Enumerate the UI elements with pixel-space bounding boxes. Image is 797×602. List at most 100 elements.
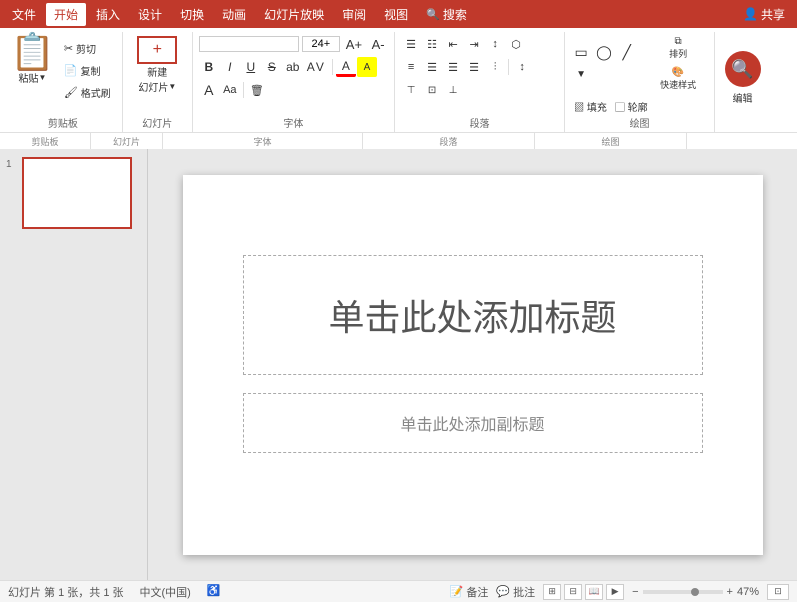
styles-icon: 🎨 (672, 67, 684, 78)
menu-share[interactable]: 👤 共享 (735, 3, 793, 26)
search-icon: 🔍 (426, 8, 440, 21)
menu-search[interactable]: 🔍 搜索 (418, 3, 475, 26)
search-icon-circle: 🔍 (731, 59, 753, 80)
zoom-bar[interactable] (643, 590, 723, 594)
italic-button[interactable]: I (220, 57, 240, 77)
menu-file[interactable]: 文件 (4, 3, 44, 26)
title-placeholder-text: 单击此处添加标题 (328, 289, 616, 341)
fit-window-btn[interactable]: ⊡ (767, 584, 789, 600)
increase-indent-button[interactable]: ⇥ (464, 34, 484, 54)
menu-transitions[interactable]: 切换 (172, 3, 212, 26)
line-spacing-button[interactable]: ↕ (512, 57, 532, 77)
slide-number-1: 1 (6, 157, 18, 170)
arrange-button[interactable]: ⧉ 排列 (654, 34, 702, 62)
menu-design[interactable]: 设计 (130, 3, 170, 26)
align-right-button[interactable]: ☰ (443, 57, 463, 77)
zoom-in-btn[interactable]: + (727, 586, 733, 598)
search-button[interactable]: 🔍 (725, 51, 761, 87)
format-painter-button[interactable]: 🖌 格式刷 (61, 82, 114, 102)
font-color-2[interactable]: Aa (220, 80, 240, 100)
bold-button[interactable]: B (199, 57, 219, 77)
slide-thumbnail-1[interactable] (22, 157, 132, 229)
notes-label: 备注 (466, 584, 488, 600)
slides-label: 幻灯片 (123, 115, 192, 130)
font-size-up2[interactable]: A (199, 80, 219, 100)
menu-slideshow[interactable]: 幻灯片放映 (256, 3, 332, 26)
text-shadow-button[interactable]: ab (283, 57, 303, 77)
convert-smartart-button[interactable]: ⬡ (506, 34, 526, 54)
subtitle-placeholder[interactable]: 单击此处添加副标题 (243, 393, 703, 453)
separator (332, 59, 333, 75)
paste-icon: 📋 (10, 34, 55, 70)
zoom-handle (691, 588, 699, 596)
reading-view-btn[interactable]: 📖 (585, 584, 603, 600)
zoom-percent: 47% (737, 586, 759, 598)
clear-format-button[interactable]: 🗑 (247, 80, 267, 100)
char-spacing-button[interactable]: AV (304, 57, 329, 77)
menu-home[interactable]: 开始 (46, 3, 86, 26)
shape-fill-button[interactable]: ▨ 填充 (571, 96, 610, 116)
paragraph-section-label: 段落 (363, 133, 535, 149)
cut-button[interactable]: ✂ 剪切 (61, 38, 114, 58)
slide-canvas-area: 单击此处添加标题 单击此处添加副标题 (148, 149, 797, 580)
status-right: 📝 备注 💬 批注 ⊞ ⊟ 📖 ▶ − + 47% ⊡ (450, 584, 789, 600)
increase-font-button[interactable]: A+ (343, 34, 365, 54)
align-center-button[interactable]: ☰ (422, 57, 442, 77)
align-middle-button[interactable]: ⊡ (422, 80, 442, 100)
new-slide-button[interactable]: + 新建 幻灯片 ▼ (129, 36, 186, 94)
zoom-out-btn[interactable]: − (632, 586, 638, 598)
accessibility-icon: ♿ (207, 584, 221, 600)
align-top-button[interactable]: ⊤ (401, 80, 421, 100)
person-icon: 👤 (743, 7, 758, 21)
font-label: 字体 (193, 115, 394, 130)
drawing-label: 绘图 (565, 115, 714, 130)
menu-review[interactable]: 审阅 (334, 3, 374, 26)
align-bottom-button[interactable]: ⊥ (443, 80, 463, 100)
decrease-font-button[interactable]: A- (368, 34, 388, 54)
text-highlight-button[interactable]: A (357, 57, 377, 77)
menu-insert[interactable]: 插入 (88, 3, 128, 26)
menu-bar: 文件 开始 插入 设计 切换 动画 幻灯片放映 审阅 视图 🔍 搜索 👤 共享 (0, 0, 797, 28)
shape-rect-btn[interactable]: ▭ (571, 43, 591, 63)
text-direction-button[interactable]: ↕ (485, 34, 505, 54)
font-name-input[interactable] (199, 36, 299, 52)
shape-more-btn[interactable]: ▼ (571, 65, 591, 85)
numbering-button[interactable]: ☷ (422, 34, 442, 54)
menu-view[interactable]: 视图 (376, 3, 416, 26)
notes-button-area[interactable]: 📝 备注 (450, 584, 489, 600)
editing-section: 🔍 编辑 (715, 32, 770, 132)
drawing-section-label: 绘图 (535, 133, 687, 149)
decrease-indent-button[interactable]: ⇤ (443, 34, 463, 54)
presentation-btn[interactable]: ▶ (606, 584, 624, 600)
copy-icon: 📄 (64, 64, 78, 77)
copy-button[interactable]: 📄 复制 (61, 60, 114, 80)
strikethrough-button[interactable]: S (262, 57, 282, 77)
align-left-button[interactable]: ≡ (401, 57, 421, 77)
zoom-slider: − + 47% (632, 586, 759, 598)
slide-sorter-btn[interactable]: ⊟ (564, 584, 582, 600)
normal-view-btn[interactable]: ⊞ (543, 584, 561, 600)
title-placeholder[interactable]: 单击此处添加标题 (243, 255, 703, 375)
shape-oval-btn[interactable]: ◯ (593, 43, 615, 63)
slide-canvas[interactable]: 单击此处添加标题 单击此处添加副标题 (183, 175, 763, 555)
quick-styles-button[interactable]: 🎨 快速样式 (654, 65, 702, 93)
clipboard-section-label: 剪贴板 (0, 133, 91, 149)
justify-button[interactable]: ☰ (464, 57, 484, 77)
comments-button-area[interactable]: 💬 批注 (496, 584, 535, 600)
language-info: 中文(中国) (140, 584, 191, 600)
bullets-button[interactable]: ☰ (401, 34, 421, 54)
menu-animations[interactable]: 动画 (214, 3, 254, 26)
font-section-label: 字体 (163, 133, 363, 149)
font-color-button[interactable]: A (336, 57, 356, 77)
underline-button[interactable]: U (241, 57, 261, 77)
ribbon: 📋 粘贴 ▼ ✂ 剪切 📄 复制 🖌 (0, 28, 797, 149)
arrange-icon: ⧉ (675, 36, 682, 47)
scissors-icon: ✂ (64, 42, 73, 55)
shape-outline-button[interactable]: ▢ 轮廓 (612, 96, 651, 116)
paste-button[interactable]: 📋 粘贴 ▼ (10, 34, 55, 85)
shape-line-btn[interactable]: ╱ (617, 43, 637, 63)
paste-label: 粘贴 ▼ (18, 70, 46, 85)
clipboard-section: 📋 粘贴 ▼ ✂ 剪切 📄 复制 🖌 (4, 32, 123, 132)
columns-button[interactable]: ⫶ (485, 57, 505, 77)
font-size-input[interactable] (302, 36, 340, 52)
